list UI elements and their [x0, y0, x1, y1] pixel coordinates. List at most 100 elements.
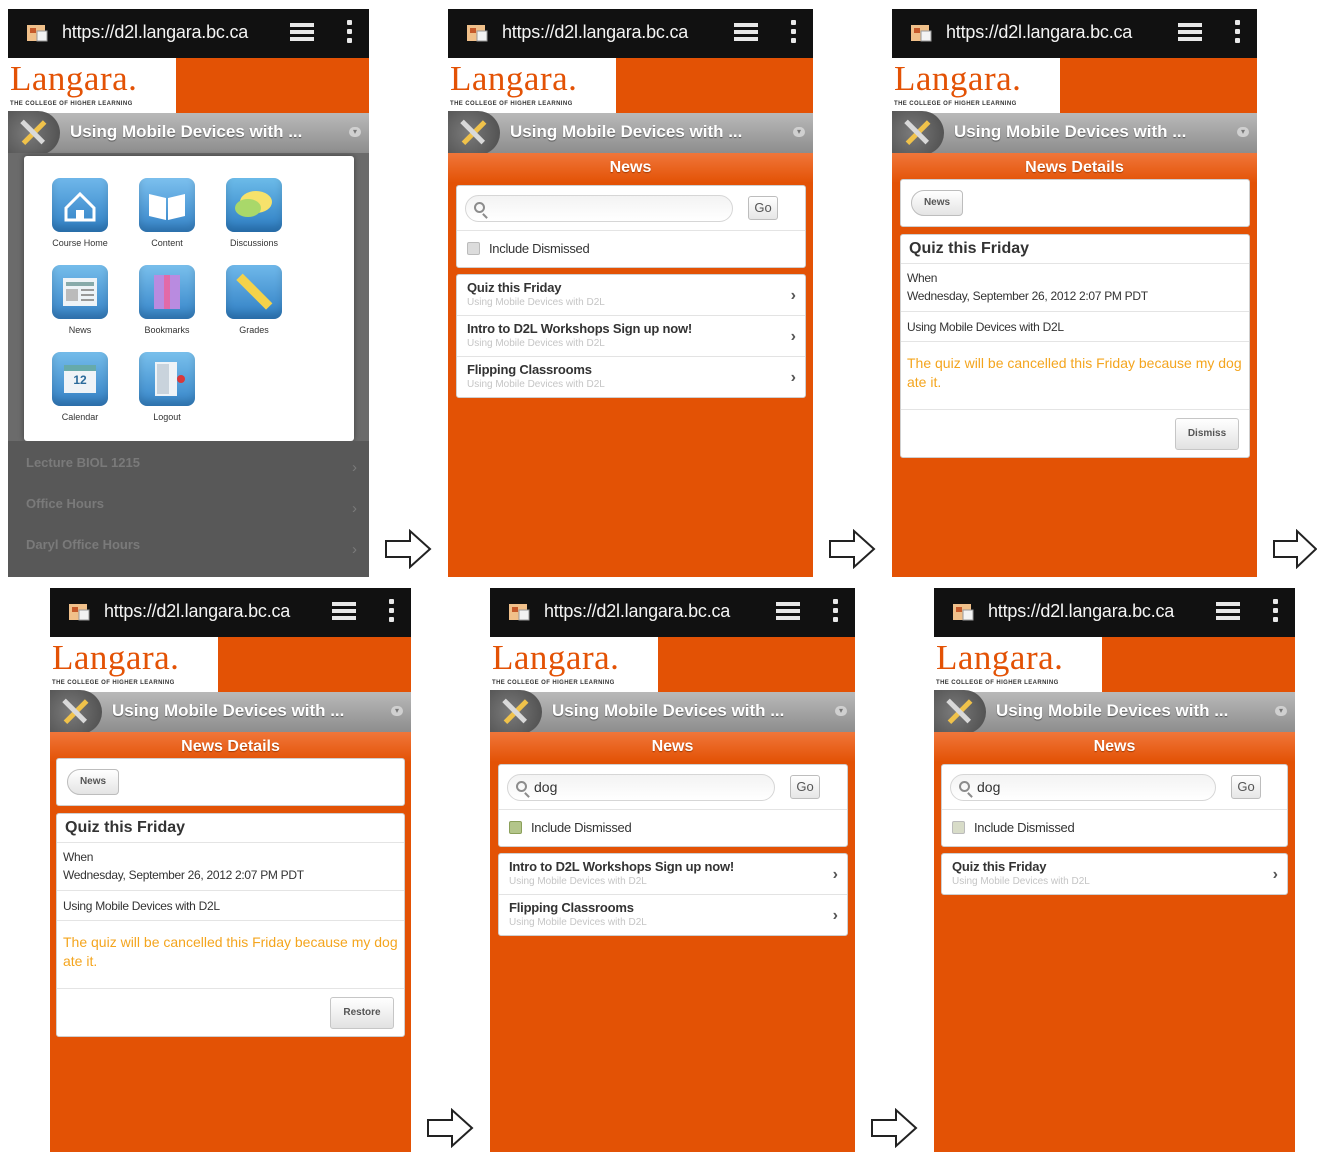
tabs-icon[interactable] — [290, 23, 314, 43]
course-selector[interactable]: Using Mobile Devices with ... ▾ — [892, 111, 1257, 155]
include-dismissed-row[interactable]: Include Dismissed — [942, 809, 1287, 846]
course-selector[interactable]: Using Mobile Devices with ... ▾ — [448, 111, 813, 155]
tile-logout[interactable]: Logout — [124, 352, 210, 422]
screen-news-details-dismiss: https://d2l.langara.bc.ca Langara. THE C… — [892, 9, 1257, 577]
search-input[interactable]: dog — [507, 774, 775, 801]
chevron-right-icon: › — [790, 287, 796, 304]
search-input[interactable] — [465, 195, 733, 222]
back-to-news-button[interactable]: News — [67, 769, 119, 795]
logo-wordmark: Langara. — [52, 638, 180, 677]
tile-grades[interactable]: Grades — [211, 265, 297, 335]
overflow-menu-icon[interactable] — [345, 20, 353, 46]
site-favicon-icon — [27, 25, 48, 42]
back-to-news-button[interactable]: News — [911, 190, 963, 216]
chevron-down-icon[interactable]: ▾ — [835, 706, 847, 716]
book-icon — [139, 178, 195, 232]
list-item[interactable]: Flipping Classrooms Using Mobile Devices … — [457, 357, 805, 397]
browser-url-bar: https://d2l.langara.bc.ca — [448, 9, 813, 58]
home-icon — [52, 178, 108, 232]
langara-logo[interactable]: Langara. THE COLLEGE OF HIGHER LEARNING — [934, 637, 1102, 692]
tile-label: Discussions — [229, 238, 278, 248]
logo-tagline: THE COLLEGE OF HIGHER LEARNING — [52, 680, 175, 686]
go-button[interactable]: Go — [1231, 775, 1261, 799]
url-text[interactable]: https://d2l.langara.bc.ca — [62, 22, 248, 43]
search-input[interactable]: dog — [950, 774, 1216, 801]
restore-button[interactable]: Restore — [330, 997, 394, 1029]
list-item[interactable]: Flipping Classrooms Using Mobile Devices … — [499, 895, 847, 935]
back-card: News — [900, 179, 1250, 227]
news-detail-title: Quiz this Friday — [909, 240, 1030, 257]
chevron-down-icon[interactable]: ▾ — [1275, 706, 1287, 716]
logo-wordmark: Langara. — [894, 59, 1022, 98]
url-text[interactable]: https://d2l.langara.bc.ca — [104, 601, 290, 622]
when-row: When Wednesday, September 26, 2012 2:07 … — [901, 263, 1249, 311]
url-text[interactable]: https://d2l.langara.bc.ca — [544, 601, 730, 622]
url-text[interactable]: https://d2l.langara.bc.ca — [988, 601, 1174, 622]
right-arrow-icon — [385, 529, 432, 569]
tabs-icon[interactable] — [776, 602, 800, 622]
chevron-down-icon[interactable]: ▾ — [793, 127, 805, 137]
chevron-down-icon[interactable]: ▾ — [1237, 127, 1249, 137]
tabs-icon[interactable] — [1216, 602, 1240, 622]
overflow-menu-icon[interactable] — [387, 599, 395, 625]
when-row: When Wednesday, September 26, 2012 2:07 … — [57, 842, 404, 890]
tile-bookmarks[interactable]: Bookmarks — [124, 265, 210, 335]
when-label: When — [63, 850, 94, 864]
tile-discussions[interactable]: Discussions — [211, 178, 297, 248]
course-selector[interactable]: Using Mobile Devices with ... ▾ — [934, 690, 1295, 734]
course-selector[interactable]: Using Mobile Devices with ... ▾ — [490, 690, 855, 734]
course-row: Using Mobile Devices with D2L — [57, 890, 404, 920]
news-item-course: Using Mobile Devices with D2L — [509, 876, 647, 887]
tools-icon — [50, 690, 102, 734]
tile-news[interactable]: News — [37, 265, 123, 335]
list-item[interactable]: Intro to D2L Workshops Sign up now! Using… — [499, 854, 847, 895]
search-query: dog — [977, 779, 1001, 795]
langara-logo[interactable]: Langara. THE COLLEGE OF HIGHER LEARNING — [490, 637, 658, 692]
include-dismissed-row[interactable]: Include Dismissed — [499, 809, 847, 846]
include-dismissed-checkbox[interactable] — [509, 821, 522, 834]
langara-logo[interactable]: Langara. THE COLLEGE OF HIGHER LEARNING — [892, 58, 1060, 113]
overflow-menu-icon[interactable] — [789, 20, 797, 46]
chevron-down-icon[interactable]: ▾ — [349, 127, 361, 137]
overflow-menu-icon[interactable] — [831, 599, 839, 625]
tile-course-home[interactable]: Course Home — [37, 178, 123, 248]
tabs-icon[interactable] — [332, 602, 356, 622]
tile-content[interactable]: Content — [124, 178, 210, 248]
course-selector[interactable]: Using Mobile Devices with ... ▾ — [50, 690, 411, 734]
door-icon — [139, 352, 195, 406]
news-item-course: Using Mobile Devices with D2L — [467, 338, 605, 349]
url-text[interactable]: https://d2l.langara.bc.ca — [502, 22, 688, 43]
overflow-menu-icon[interactable] — [1233, 20, 1241, 46]
go-button[interactable]: Go — [790, 775, 820, 799]
site-favicon-icon — [953, 604, 974, 621]
include-dismissed-checkbox[interactable] — [467, 242, 480, 255]
overflow-menu-icon[interactable] — [1271, 599, 1279, 625]
course-title: Using Mobile Devices with ... — [996, 701, 1229, 720]
tabs-icon[interactable] — [734, 23, 758, 43]
tile-label: Content — [151, 238, 183, 248]
logo-wordmark: Langara. — [450, 59, 578, 98]
tile-calendar[interactable]: 12 Calendar — [37, 352, 123, 422]
langara-logo[interactable]: Langara. THE COLLEGE OF HIGHER LEARNING — [50, 637, 218, 692]
dismiss-button[interactable]: Dismiss — [1175, 418, 1239, 450]
langara-logo[interactable]: Langara. THE COLLEGE OF HIGHER LEARNING — [8, 58, 176, 113]
tile-label: News — [68, 325, 92, 335]
include-dismissed-checkbox[interactable] — [952, 821, 965, 834]
include-dismissed-row[interactable]: Include Dismissed — [457, 230, 805, 267]
course-selector[interactable]: Using Mobile Devices with ... ▾ — [8, 111, 369, 155]
list-item[interactable]: Quiz this Friday Using Mobile Devices wit… — [457, 275, 805, 316]
list-item[interactable]: Quiz this Friday Using Mobile Devices wit… — [942, 854, 1287, 894]
go-button[interactable]: Go — [748, 196, 778, 220]
tile-label: Course Home — [52, 238, 108, 248]
course-row: Using Mobile Devices with D2L — [901, 311, 1249, 341]
news-item-title: Intro to D2L Workshops Sign up now! — [467, 321, 693, 336]
tools-icon — [8, 111, 60, 155]
tabs-icon[interactable] — [1178, 23, 1202, 43]
list-item[interactable]: Intro to D2L Workshops Sign up now! Using… — [457, 316, 805, 357]
chevron-down-icon[interactable]: ▾ — [391, 706, 403, 716]
url-text[interactable]: https://d2l.langara.bc.ca — [946, 22, 1132, 43]
langara-logo[interactable]: Langara. THE COLLEGE OF HIGHER LEARNING — [448, 58, 616, 113]
tile-label: Bookmarks — [144, 325, 190, 335]
news-search-card: Go Include Dismissed — [456, 185, 806, 268]
right-arrow-icon — [829, 529, 876, 569]
